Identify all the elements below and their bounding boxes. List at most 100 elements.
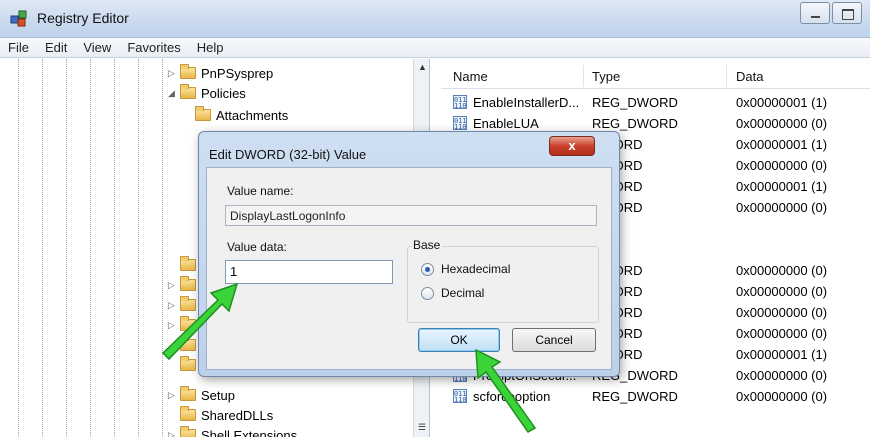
column-header-data[interactable]: Data — [736, 69, 763, 84]
tree-item-label: PnPSysprep — [201, 65, 274, 81]
expand-arrow-icon[interactable]: ▷ — [168, 320, 180, 331]
window-title: Registry Editor — [37, 10, 129, 26]
value-data: 0x00000000 (0) — [736, 284, 828, 299]
value-data: 0x00000000 (0) — [736, 326, 828, 341]
value-data: 0x00000000 (0) — [736, 158, 828, 173]
value-data: 0x00000001 (1) — [736, 179, 828, 194]
value-data: 0x00000000 (0) — [736, 200, 828, 215]
value-name: scforceoption — [473, 389, 551, 404]
tree-item-shell-extensions[interactable]: ▷ Shell Extensions — [168, 425, 297, 437]
tree-guide — [138, 59, 139, 437]
edit-dword-dialog: Edit DWORD (32-bit) Value x Value name: … — [198, 131, 620, 377]
maximize-button[interactable] — [832, 2, 862, 24]
tree-item-hidden[interactable] — [168, 335, 201, 355]
dword-value-icon: 011110 — [453, 95, 467, 110]
menu-view[interactable]: View — [75, 40, 119, 55]
hexadecimal-label[interactable]: Hexadecimal — [441, 262, 510, 276]
close-button[interactable]: x — [549, 136, 595, 156]
decimal-label[interactable]: Decimal — [441, 286, 484, 300]
cancel-button[interactable]: Cancel — [512, 328, 596, 352]
column-divider[interactable] — [583, 65, 584, 87]
menu-bar: File Edit View Favorites Help — [0, 38, 870, 58]
tree-item-hidden[interactable]: ▷ — [168, 275, 201, 295]
folder-icon — [180, 64, 196, 79]
tree-item-hidden[interactable] — [168, 355, 201, 375]
value-type: REG_DWORD — [592, 116, 678, 131]
menu-edit[interactable]: Edit — [37, 40, 75, 55]
list-item[interactable]: 011 110 EnableInstallerD... REG_DWORD 0x0000… — [441, 92, 870, 113]
scroll-down-icon[interactable]: ☰ — [418, 422, 426, 433]
tree-item-label: Setup — [201, 387, 235, 403]
tree-item-label: Shell Extensions — [201, 427, 298, 437]
scroll-up-icon[interactable]: ▲ — [418, 62, 427, 72]
folder-icon — [180, 336, 196, 351]
tree-item-setup[interactable]: ▷ Setup — [168, 385, 235, 405]
column-header-name[interactable]: Name — [453, 69, 488, 84]
hexadecimal-radio[interactable] — [421, 263, 434, 276]
tree-guide — [18, 59, 19, 437]
menu-favorites[interactable]: Favorites — [119, 40, 188, 55]
value-data: 0x00000000 (0) — [736, 389, 828, 404]
folder-icon — [180, 256, 196, 271]
folder-icon — [180, 316, 196, 331]
expand-arrow-icon[interactable]: ▷ — [168, 430, 180, 437]
expand-arrow-icon[interactable]: ▷ — [168, 300, 180, 311]
tree-item-hidden[interactable]: ▷ — [168, 315, 201, 335]
dialog-title: Edit DWORD (32-bit) Value — [209, 147, 367, 162]
folder-icon — [180, 356, 196, 371]
title-bar: Registry Editor — [0, 0, 870, 38]
base-label: Base — [411, 238, 443, 252]
value-type: REG_DWORD — [592, 95, 678, 110]
value-type: REG_DWORD — [592, 389, 678, 404]
value-name-field: DisplayLastLogonInfo — [225, 205, 597, 226]
list-header: Name Type Data — [441, 63, 870, 89]
value-name-label: Value name: — [227, 184, 294, 198]
tree-guide — [162, 59, 163, 437]
expand-arrow-icon[interactable]: ▷ — [168, 68, 180, 79]
tree-item-policies[interactable]: ◢ Policies — [168, 83, 246, 103]
tree-guide — [66, 59, 67, 437]
expand-arrow-icon[interactable]: ▷ — [168, 280, 180, 291]
tree-item-shareddlls[interactable]: SharedDLLs — [180, 405, 273, 425]
value-data: 0x00000000 (0) — [736, 305, 828, 320]
folder-icon — [180, 426, 196, 437]
column-divider[interactable] — [726, 65, 727, 87]
tree-item-hidden[interactable] — [168, 255, 201, 275]
value-data: 0x00000000 (0) — [736, 368, 828, 383]
dword-value-icon: 011110 — [453, 116, 467, 131]
folder-icon — [180, 296, 196, 311]
value-name: EnableInstallerD... — [473, 95, 580, 110]
menu-file[interactable]: File — [0, 40, 37, 55]
folder-icon — [180, 406, 196, 421]
folder-icon — [180, 386, 196, 401]
value-data-label: Value data: — [227, 240, 287, 254]
expand-arrow-icon[interactable]: ▷ — [168, 390, 180, 401]
tree-guide — [90, 59, 91, 437]
folder-icon — [180, 276, 196, 291]
value-data: 0x00000001 (1) — [736, 137, 828, 152]
ok-button[interactable]: OK — [418, 328, 500, 352]
value-data-input[interactable]: 1 — [225, 260, 393, 284]
menu-help[interactable]: Help — [189, 40, 232, 55]
value-data: 0x00000001 (1) — [736, 95, 828, 110]
tree-item-attachments[interactable]: Attachments — [195, 105, 288, 125]
value-data: 0x00000001 (1) — [736, 347, 828, 362]
value-data: 0x00000000 (0) — [736, 263, 828, 278]
tree-item-hidden[interactable]: ▷ — [168, 295, 201, 315]
tree-item-pnpsysprep[interactable]: ▷ PnPSysprep — [168, 63, 273, 83]
tree-item-label: Policies — [201, 85, 246, 101]
minimize-button[interactable] — [800, 2, 830, 24]
value-data: 0x00000000 (0) — [736, 116, 828, 131]
tree-guide — [42, 59, 43, 437]
registry-editor-icon — [10, 10, 27, 27]
decimal-radio[interactable] — [421, 287, 434, 300]
folder-icon — [195, 106, 211, 121]
tree-item-label: SharedDLLs — [201, 407, 274, 423]
list-item[interactable]: 011 110 scforceoption REG_DWORD 0x00000000 (… — [441, 386, 870, 407]
collapse-arrow-icon[interactable]: ◢ — [168, 88, 180, 99]
base-groupbox — [407, 246, 599, 323]
folder-icon — [180, 84, 196, 99]
tree-guide — [114, 59, 115, 437]
column-header-type[interactable]: Type — [592, 69, 620, 84]
tree-item-label: Attachments — [216, 107, 289, 123]
